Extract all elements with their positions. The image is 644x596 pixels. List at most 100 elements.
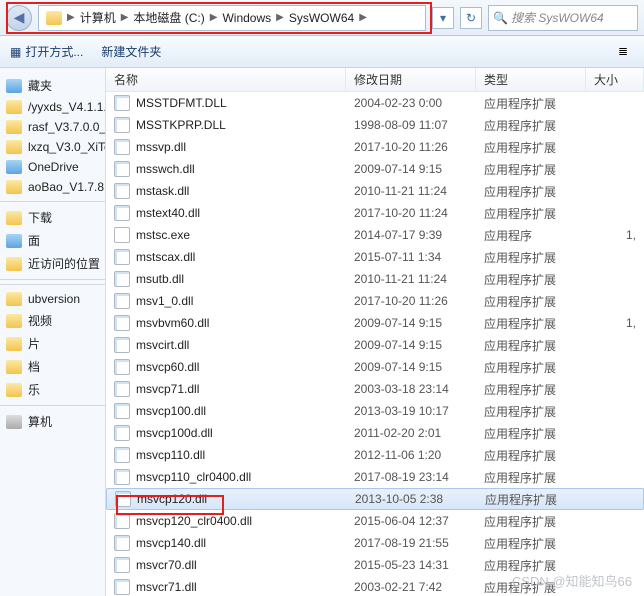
exe-icon (114, 227, 130, 243)
new-folder-button[interactable]: 新建文件夹 (101, 43, 161, 60)
dropdown-button[interactable]: ▾ (432, 7, 454, 29)
sidebar-item[interactable]: rasf_V3.7.0.0_X (0, 117, 105, 137)
table-row[interactable]: msvcp60.dll2009-07-14 9:15应用程序扩展 (106, 356, 644, 378)
breadcrumb[interactable]: ▶ 计算机 ▶ 本地磁盘 (C:) ▶ Windows ▶ SysWOW64 ▶ (38, 5, 426, 31)
dll-icon (114, 359, 130, 375)
file-date: 2009-07-14 9:15 (346, 360, 476, 374)
dll-icon (114, 447, 130, 463)
table-row[interactable]: msvcp100.dll2013-03-19 10:17应用程序扩展 (106, 400, 644, 422)
file-name: mssvp.dll (136, 140, 186, 154)
file-name: msvbvm60.dll (136, 316, 209, 330)
table-row[interactable]: msvcp140.dll2017-08-19 21:55应用程序扩展 (106, 532, 644, 554)
column-name[interactable]: 名称 (106, 68, 346, 91)
dll-icon (114, 469, 130, 485)
table-row[interactable]: msvcp110_clr0400.dll2017-08-19 23:14应用程序… (106, 466, 644, 488)
file-date: 2012-11-06 1:20 (346, 448, 476, 462)
table-row[interactable]: msvcp120_clr0400.dll2015-06-04 12:37应用程序… (106, 510, 644, 532)
file-type: 应用程序扩展 (476, 469, 586, 486)
sidebar-item[interactable]: lxzq_V3.0_XiTo (0, 137, 105, 157)
table-row[interactable]: msswch.dll2009-07-14 9:15应用程序扩展 (106, 158, 644, 180)
column-size[interactable]: 大小 (586, 68, 644, 91)
dll-icon (114, 381, 130, 397)
dll-icon (114, 315, 130, 331)
file-date: 2010-11-21 11:24 (346, 184, 476, 198)
dll-icon (115, 491, 131, 507)
folder-icon (46, 11, 62, 25)
table-row[interactable]: msvcp110.dll2012-11-06 1:20应用程序扩展 (106, 444, 644, 466)
file-type: 应用程序扩展 (476, 425, 586, 442)
dll-icon (114, 95, 130, 111)
dll-icon (114, 579, 130, 595)
file-name: MSSTDFMT.DLL (136, 96, 227, 110)
chevron-right-icon: ▶ (357, 12, 369, 23)
dll-icon (114, 139, 130, 155)
refresh-button[interactable]: ↻ (460, 7, 482, 29)
search-input[interactable]: 🔍 搜索 SysWOW64 (488, 5, 638, 31)
open-with-button[interactable]: ▦ 打开方式... (10, 43, 83, 60)
folder-icon (6, 360, 22, 374)
sidebar-item[interactable]: 近访问的位置 (0, 252, 105, 275)
table-row[interactable]: mstask.dll2010-11-21 11:24应用程序扩展 (106, 180, 644, 202)
sidebar-item[interactable]: 片 (0, 332, 105, 355)
dll-icon (114, 271, 130, 287)
folder-icon (6, 314, 22, 328)
table-row[interactable]: mstsc.exe2014-07-17 9:39应用程序1, (106, 224, 644, 246)
file-size: 1, (586, 316, 644, 330)
file-type: 应用程序扩展 (476, 337, 586, 354)
sidebar-item[interactable]: 下载 (0, 206, 105, 229)
column-type[interactable]: 类型 (476, 68, 586, 91)
table-row[interactable]: mssvp.dll2017-10-20 11:26应用程序扩展 (106, 136, 644, 158)
table-row[interactable]: msvcp120.dll2013-10-05 2:38应用程序扩展 (106, 488, 644, 510)
table-row[interactable]: msv1_0.dll2017-10-20 11:26应用程序扩展 (106, 290, 644, 312)
file-date: 2009-07-14 9:15 (346, 162, 476, 176)
table-row[interactable]: msvcp100d.dll2011-02-20 2:01应用程序扩展 (106, 422, 644, 444)
breadcrumb-item[interactable]: SysWOW64 (286, 11, 357, 25)
file-date: 2004-02-23 0:00 (346, 96, 476, 110)
file-date: 2015-05-23 14:31 (346, 558, 476, 572)
file-type: 应用程序扩展 (476, 205, 586, 222)
file-date: 2017-08-19 23:14 (346, 470, 476, 484)
sidebar-item[interactable]: 乐 (0, 378, 105, 401)
table-row[interactable]: MSSTDFMT.DLL2004-02-23 0:00应用程序扩展 (106, 92, 644, 114)
folder-icon (6, 120, 22, 134)
file-date: 2017-08-19 21:55 (346, 536, 476, 550)
sidebar-item[interactable]: /yyxds_V4.1.1. (0, 97, 105, 117)
table-row[interactable]: msutb.dll2010-11-21 11:24应用程序扩展 (106, 268, 644, 290)
sidebar-item-label: ubversion (28, 292, 80, 306)
folder-icon (6, 415, 22, 429)
breadcrumb-item[interactable]: 计算机 (77, 9, 119, 26)
folder-icon (6, 383, 22, 397)
sidebar-item[interactable]: 算机 (0, 410, 105, 433)
file-size: 1, (586, 228, 644, 242)
file-name: msvcp120_clr0400.dll (136, 514, 252, 528)
breadcrumb-item[interactable]: Windows (219, 11, 274, 25)
file-date: 2013-03-19 10:17 (346, 404, 476, 418)
dll-icon (114, 337, 130, 353)
nav-back-button[interactable]: ◀ (6, 5, 32, 31)
column-date[interactable]: 修改日期 (346, 68, 476, 91)
view-options-icon[interactable]: ≣ (618, 44, 634, 60)
file-type: 应用程序扩展 (476, 249, 586, 266)
file-name: msvcp100.dll (136, 404, 206, 418)
table-row[interactable]: MSSTKPRP.DLL1998-08-09 11:07应用程序扩展 (106, 114, 644, 136)
sidebar-item[interactable]: ubversion (0, 289, 105, 309)
table-row[interactable]: msvbvm60.dll2009-07-14 9:15应用程序扩展1, (106, 312, 644, 334)
table-row[interactable]: mstscax.dll2015-07-11 1:34应用程序扩展 (106, 246, 644, 268)
sidebar-item[interactable]: 藏夹 (0, 74, 105, 97)
sidebar-item[interactable]: OneDrive (0, 157, 105, 177)
sidebar-item[interactable]: 视频 (0, 309, 105, 332)
file-type: 应用程序扩展 (476, 139, 586, 156)
file-name: msvcp120.dll (137, 492, 207, 506)
sidebar-item[interactable]: 面 (0, 229, 105, 252)
file-date: 2003-03-18 23:14 (346, 382, 476, 396)
file-type: 应用程序扩展 (476, 117, 586, 134)
app-icon: ▦ (10, 45, 21, 59)
sidebar-item[interactable]: aoBao_V1.7.8. (0, 177, 105, 197)
table-row[interactable]: msvcirt.dll2009-07-14 9:15应用程序扩展 (106, 334, 644, 356)
breadcrumb-item[interactable]: 本地磁盘 (C:) (130, 9, 207, 26)
table-row[interactable]: msvcp71.dll2003-03-18 23:14应用程序扩展 (106, 378, 644, 400)
table-row[interactable]: mstext40.dll2017-10-20 11:24应用程序扩展 (106, 202, 644, 224)
sidebar-item[interactable]: 档 (0, 355, 105, 378)
sidebar-item-label: 片 (28, 335, 40, 352)
file-name: mstscax.dll (136, 250, 195, 264)
